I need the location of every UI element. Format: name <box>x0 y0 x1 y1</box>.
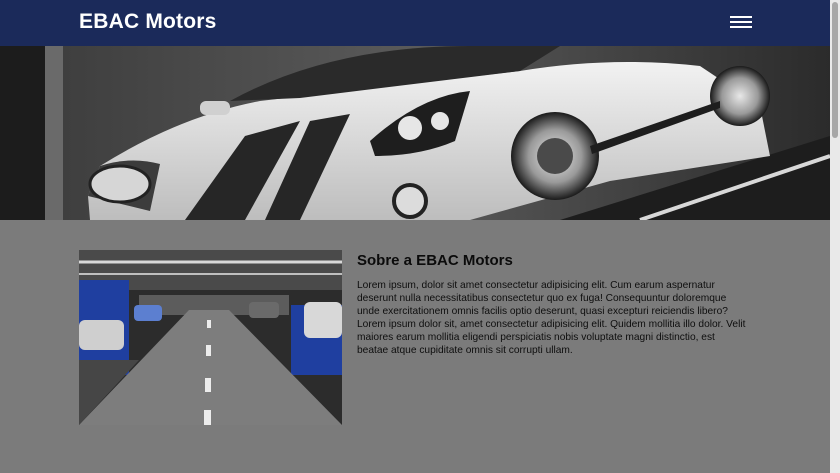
hero-banner-image <box>0 46 830 220</box>
vertical-scrollbar[interactable] <box>830 0 840 473</box>
about-paragraph: Lorem ipsum, dolor sit amet consectetur … <box>357 280 746 356</box>
parking-garage-photo <box>79 250 342 425</box>
site-header: EBAC Motors <box>0 0 830 46</box>
hamburger-menu-icon[interactable] <box>729 15 753 29</box>
page: EBAC Motors Sobre a EBAC Motors Lorem ip… <box>0 0 830 473</box>
sports-car-illustration <box>0 46 830 220</box>
about-title: Sobre a EBAC Motors <box>357 252 513 269</box>
scrollbar-thumb[interactable] <box>832 2 838 138</box>
about-section: Sobre a EBAC Motors Lorem ipsum, dolor s… <box>0 220 830 473</box>
brand-logo-text[interactable]: EBAC Motors <box>79 10 217 34</box>
parking-garage-illustration <box>79 250 342 425</box>
